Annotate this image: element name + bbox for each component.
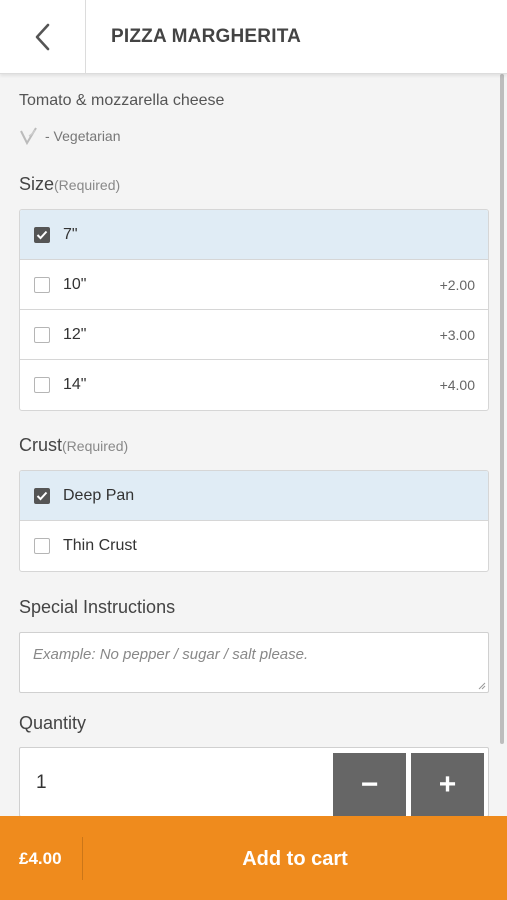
size-option-14[interactable]: 14" +4.00 bbox=[20, 360, 488, 410]
decrement-button[interactable]: − bbox=[333, 753, 406, 816]
content-scroll-area[interactable]: Tomato & mozzarella cheese - Vegetarian … bbox=[0, 74, 507, 816]
size-option-label: 10" bbox=[63, 275, 87, 293]
back-button[interactable] bbox=[0, 0, 86, 74]
item-description: Tomato & mozzarella cheese bbox=[19, 92, 225, 109]
page-title: PIZZA MARGHERITA bbox=[111, 26, 302, 47]
cart-bar: £4.00 Add to cart bbox=[0, 816, 507, 900]
size-option-7[interactable]: 7" bbox=[20, 210, 488, 260]
quantity-label: Quantity bbox=[19, 713, 87, 733]
size-options: 7" 10" +2.00 12" +3.00 14" +4.00 bbox=[19, 209, 489, 411]
checkbox[interactable] bbox=[34, 538, 50, 554]
size-label: Size bbox=[19, 174, 55, 194]
size-option-label: 12" bbox=[63, 325, 87, 343]
crust-section-label: Crust(Required) bbox=[19, 435, 128, 456]
scrollbar[interactable] bbox=[500, 74, 504, 744]
quantity-value[interactable]: 1 bbox=[36, 772, 47, 794]
size-option-price: +4.00 bbox=[439, 377, 475, 393]
size-option-label: 14" bbox=[63, 376, 87, 393]
checkbox-checked[interactable] bbox=[34, 487, 50, 504]
quantity-stepper: 1 − + bbox=[19, 747, 489, 816]
total-price: £4.00 bbox=[19, 849, 62, 868]
size-section-label: Size(Required) bbox=[19, 174, 120, 195]
checkbox[interactable] bbox=[34, 276, 50, 293]
checkmark-icon bbox=[36, 491, 48, 500]
crust-option-label: Deep Pan bbox=[63, 486, 135, 504]
header: PIZZA MARGHERITA bbox=[0, 0, 507, 74]
instructions-label: Special Instructions bbox=[19, 597, 176, 617]
instructions-placeholder: Example: No pepper / sugar / salt please… bbox=[33, 646, 309, 663]
crust-option-thin-crust[interactable]: Thin Crust bbox=[20, 521, 488, 571]
checkbox[interactable] bbox=[34, 377, 50, 393]
checkmark-icon bbox=[36, 230, 48, 239]
size-option-label: 7" bbox=[63, 225, 78, 243]
checkbox[interactable] bbox=[34, 326, 50, 343]
checkbox-checked[interactable] bbox=[34, 226, 50, 243]
crust-required: (Required) bbox=[62, 438, 129, 454]
resize-grip-icon[interactable] bbox=[478, 682, 486, 690]
crust-label: Crust bbox=[19, 435, 63, 455]
crust-option-label: Thin Crust bbox=[63, 537, 137, 554]
vegetarian-tag: - Vegetarian bbox=[19, 126, 121, 146]
item-detail-screen: PIZZA MARGHERITA Tomato & mozzarella che… bbox=[0, 0, 507, 900]
vegetarian-label: - Vegetarian bbox=[45, 128, 121, 144]
crust-option-deep-pan[interactable]: Deep Pan bbox=[20, 471, 488, 521]
add-to-cart-button[interactable]: Add to cart bbox=[83, 816, 507, 900]
size-option-10[interactable]: 10" +2.00 bbox=[20, 260, 488, 310]
vegetarian-v-icon bbox=[20, 127, 37, 146]
size-required: (Required) bbox=[54, 177, 121, 193]
size-option-price: +3.00 bbox=[439, 326, 475, 343]
increment-button[interactable]: + bbox=[411, 753, 484, 816]
chevron-left-icon bbox=[35, 23, 49, 51]
special-instructions-input[interactable]: Example: No pepper / sugar / salt please… bbox=[19, 632, 489, 693]
size-option-12[interactable]: 12" +3.00 bbox=[20, 310, 488, 360]
crust-options: Deep Pan Thin Crust bbox=[19, 470, 489, 572]
size-option-price: +2.00 bbox=[439, 276, 475, 293]
